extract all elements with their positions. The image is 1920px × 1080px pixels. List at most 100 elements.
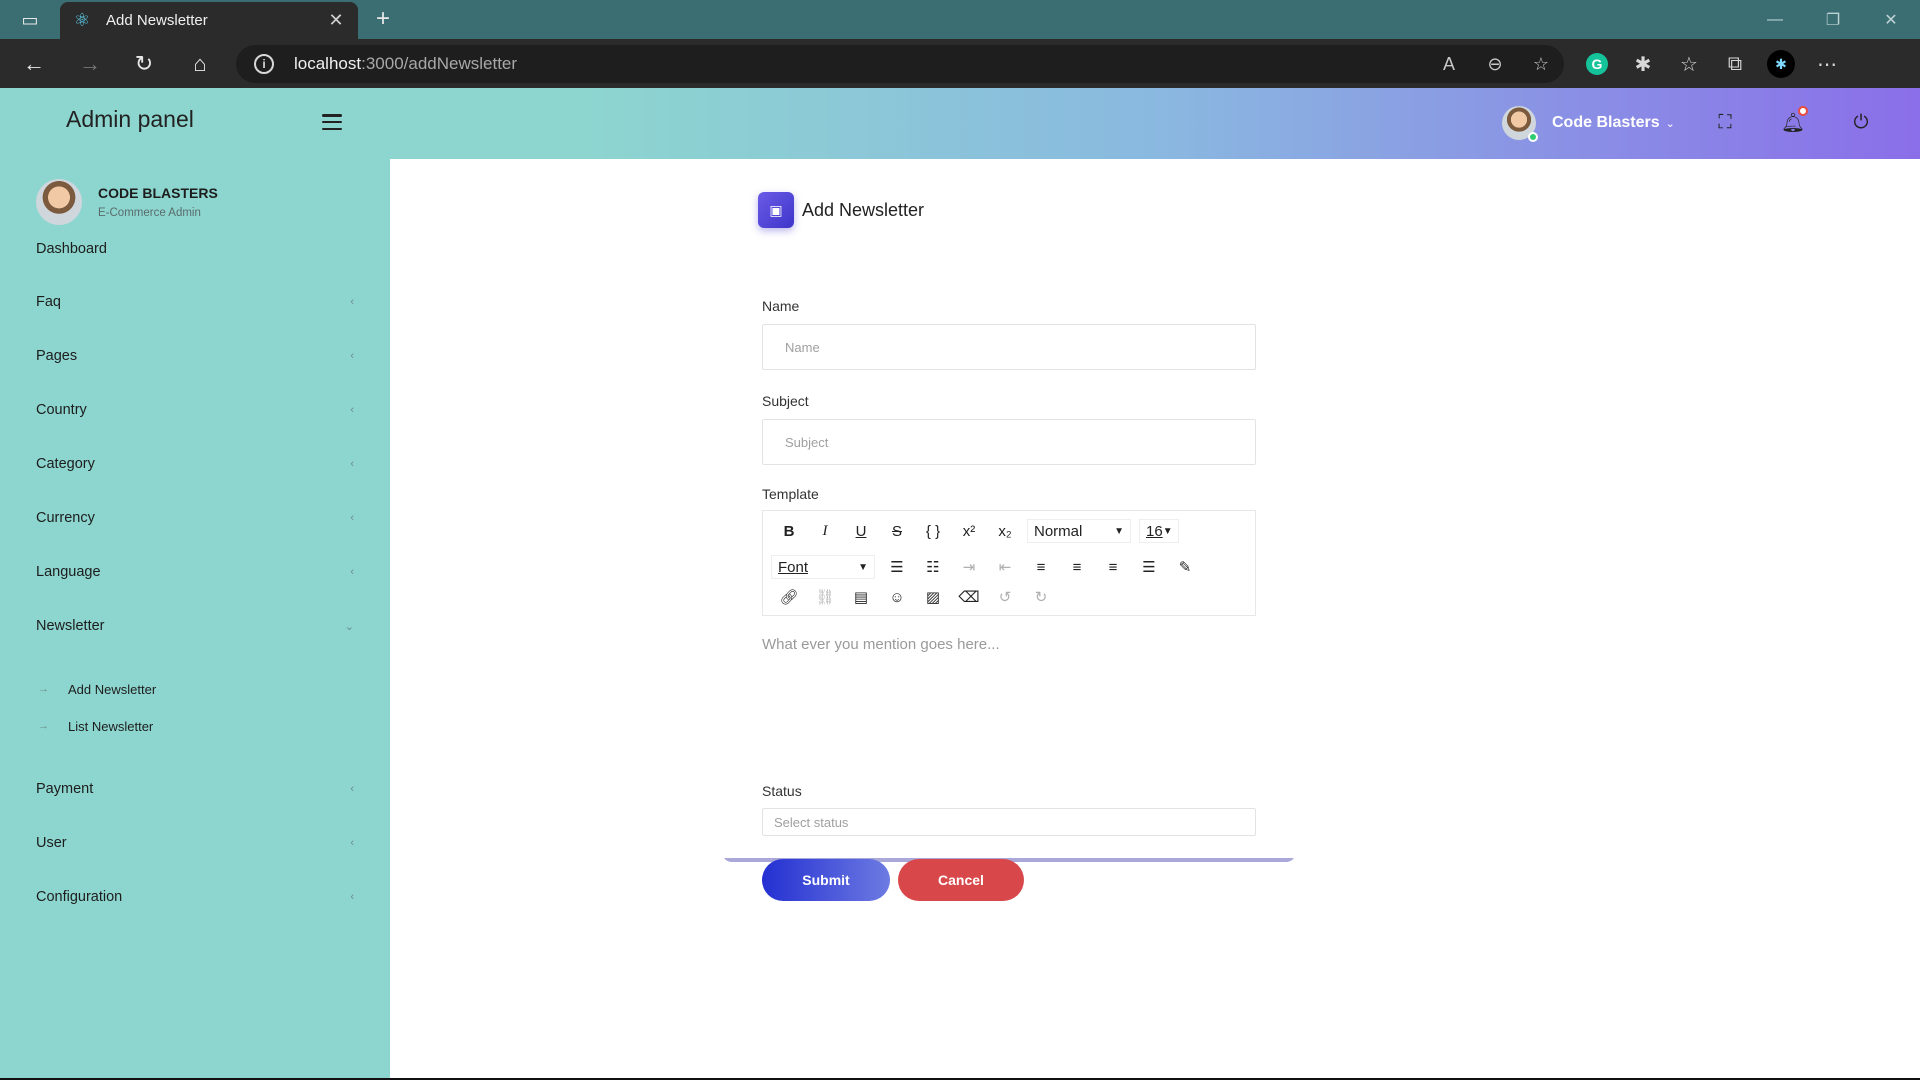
sidebar-item-user[interactable]: User ‹ [36, 831, 354, 855]
align-justify-icon[interactable]: ☰ [1131, 555, 1167, 579]
sidebar-item-newsletter[interactable]: Newsletter ⌄ [36, 614, 354, 638]
sidebar-user: CODE BLASTERS E-Commerce Admin [36, 179, 218, 225]
page-title: Add Newsletter [802, 199, 925, 220]
caret-down-icon: ▼ [858, 561, 868, 573]
sidebar-item-configuration[interactable]: Configuration ‹ [36, 885, 354, 909]
url-host: localhost [294, 54, 362, 73]
underline-icon[interactable]: U [843, 519, 879, 543]
sidebar-item-pages[interactable]: Pages ‹ [36, 344, 354, 368]
menu-toggle-icon[interactable] [322, 114, 342, 130]
sidebar-item-label: Payment [36, 781, 94, 797]
sidebar-item-faq[interactable]: Faq ‹ [36, 290, 354, 314]
minimize-icon[interactable]: — [1746, 0, 1804, 39]
sidebar-item-label: Currency [36, 510, 95, 526]
sidebar-item-category[interactable]: Category ‹ [36, 452, 354, 476]
code-icon[interactable]: { } [915, 519, 951, 543]
url-path: :3000/addNewsletter [361, 54, 518, 73]
unordered-list-icon[interactable]: ☰ [879, 555, 915, 579]
add-favorite-icon[interactable]: ☆ [1518, 54, 1564, 75]
sidebar-item-language[interactable]: Language ‹ [36, 560, 354, 584]
sidebar-subitem-add-newsletter[interactable]: → Add Newsletter [38, 679, 156, 699]
power-icon[interactable]: ⏻ [1848, 110, 1874, 136]
chevron-left-icon: ‹ [350, 891, 354, 903]
chevron-left-icon: ‹ [350, 404, 354, 416]
sidebar-subitem-label: List Newsletter [68, 718, 154, 734]
tab-title: Add Newsletter [106, 12, 208, 29]
subject-input[interactable] [762, 419, 1256, 465]
bell-icon[interactable]: 🔔︎ [1780, 106, 1808, 136]
app-root: Admin panel Code Blasters ⌄ ⛶ 🔔︎ ⏻ CODE … [0, 88, 1920, 1078]
new-tab-icon[interactable]: + [368, 4, 398, 34]
embed-icon[interactable]: ▤ [843, 585, 879, 609]
bold-icon[interactable]: B [771, 519, 807, 543]
superscript-icon[interactable]: x² [951, 519, 987, 543]
sidebar-subitem-list-newsletter[interactable]: → List Newsletter [38, 716, 153, 736]
grammarly-icon[interactable]: G [1586, 53, 1608, 75]
zoom-out-icon[interactable]: ⊖ [1472, 54, 1518, 75]
name-input[interactable] [762, 324, 1256, 370]
sidebar-item-payment[interactable]: Payment ‹ [36, 777, 354, 801]
font-size-value: 16 [1146, 522, 1163, 540]
restore-icon[interactable]: ❐ [1804, 0, 1862, 39]
sidebar-item-country[interactable]: Country ‹ [36, 398, 354, 422]
sidebar-user-name: CODE BLASTERS [98, 185, 218, 201]
indent-icon[interactable]: ⇥ [951, 555, 987, 579]
align-center-icon[interactable]: ≡ [1059, 555, 1095, 579]
font-size-select[interactable]: 16 ▼ [1139, 519, 1179, 543]
close-window-icon[interactable]: ✕ [1862, 0, 1920, 39]
undo-icon[interactable]: ↺ [987, 585, 1023, 609]
sidebar-item-label: Pages [36, 348, 78, 364]
font-family-select[interactable]: Font ▼ [771, 555, 875, 579]
sidebar-item-dashboard[interactable]: Dashboard [36, 237, 354, 261]
cancel-button[interactable]: Cancel [898, 859, 1024, 901]
block-type-select[interactable]: Normal ▼ [1027, 519, 1131, 543]
name-label: Name [762, 298, 800, 314]
tab-actions-icon[interactable]: ▭ [18, 8, 42, 32]
site-info-icon[interactable]: i [254, 54, 274, 74]
outdent-icon[interactable]: ⇤ [987, 555, 1023, 579]
collections-icon[interactable]: ⧉ [1712, 53, 1758, 76]
emoji-icon[interactable]: ☺ [879, 585, 915, 609]
subscript-icon[interactable]: x₂ [987, 519, 1023, 543]
image-icon[interactable]: ▨ [915, 585, 951, 609]
sidebar-subitem-label: Add Newsletter [68, 681, 157, 697]
sidebar-item-currency[interactable]: Currency ‹ [36, 506, 354, 530]
sidebar-item-label: User [36, 835, 67, 851]
home-icon[interactable]: ⌂ [184, 48, 216, 80]
status-select[interactable]: Select status [762, 808, 1256, 836]
browser-tab-bar: ▭ ⚛ Add Newsletter ✕ + — ❐ ✕ [0, 0, 1920, 39]
browser-tab-active[interactable]: ⚛ Add Newsletter ✕ [60, 2, 358, 39]
browser-toolbar: ← → ↻ ⌂ i localhost :3000/addNewsletter … [0, 39, 1920, 88]
strikethrough-icon[interactable]: S [879, 519, 915, 543]
link-icon[interactable]: 🔗︎ [771, 585, 807, 609]
extensions-icon[interactable]: ✱ [1620, 52, 1666, 77]
extensions-area: G ✱ ☆ ⧉ ✱ ⋯ [1574, 48, 1850, 80]
align-left-icon[interactable]: ≡ [1023, 555, 1059, 579]
read-aloud-icon[interactable]: A [1426, 54, 1472, 75]
more-menu-icon[interactable]: ⋯ [1804, 52, 1850, 77]
address-bar[interactable]: i localhost :3000/addNewsletter A ⊖ ☆ [236, 45, 1564, 83]
forward-icon[interactable]: → [74, 48, 106, 80]
chevron-left-icon: ‹ [350, 296, 354, 308]
eraser-icon[interactable]: ⌫ [951, 585, 987, 609]
sidebar-item-label: Configuration [36, 889, 123, 905]
refresh-icon[interactable]: ↻ [128, 48, 160, 80]
ordered-list-icon[interactable]: ☷ [915, 555, 951, 579]
chevron-left-icon: ‹ [350, 783, 354, 795]
redo-icon[interactable]: ↻ [1023, 585, 1059, 609]
fullscreen-icon[interactable]: ⛶ [1712, 110, 1738, 136]
back-icon[interactable]: ← [18, 48, 50, 80]
profile-icon[interactable]: ✱ [1767, 50, 1795, 78]
arrow-right-icon: → [38, 720, 49, 732]
favorites-icon[interactable]: ☆ [1666, 52, 1712, 77]
align-right-icon[interactable]: ≡ [1095, 555, 1131, 579]
submit-button[interactable]: Submit [762, 859, 890, 901]
editor-content[interactable]: What ever you mention goes here... [762, 636, 1000, 653]
italic-icon[interactable]: I [807, 519, 843, 543]
tab-close-icon[interactable]: ✕ [326, 10, 346, 31]
unlink-icon[interactable]: ⛓ [807, 585, 843, 609]
sidebar-user-role: E-Commerce Admin [98, 207, 201, 219]
color-picker-icon[interactable]: ✎ [1167, 555, 1203, 579]
sidebar-item-label: Dashboard [36, 241, 107, 257]
user-menu[interactable]: Code Blasters ⌄ [1502, 106, 1675, 142]
